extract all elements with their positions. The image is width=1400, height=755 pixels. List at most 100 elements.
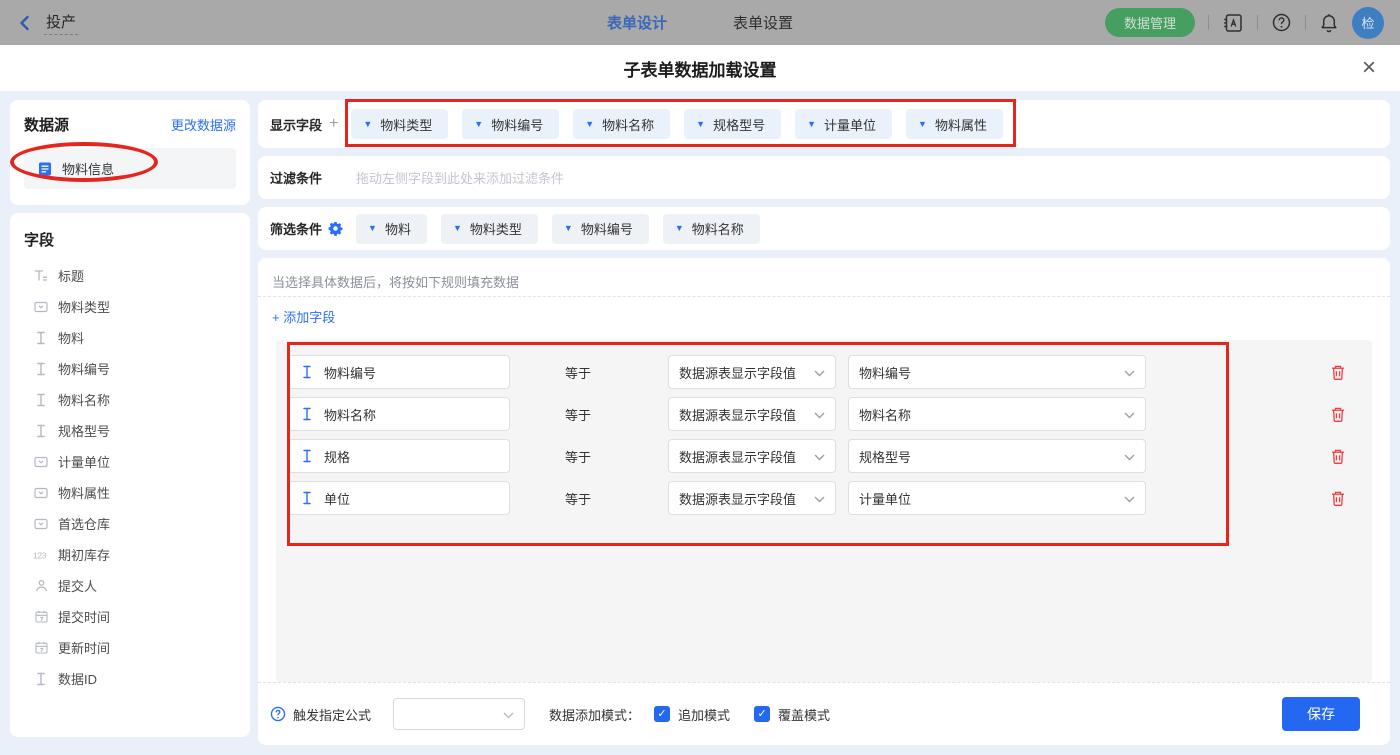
dropdown-triangle-icon: ▼ [564, 224, 573, 233]
rule-source-type-select[interactable]: 数据源表显示字段值 [668, 397, 836, 431]
rule-row: 物料编号 等于 数据源表显示字段值 物料编号 [288, 355, 1372, 389]
select-icon [33, 301, 49, 313]
screen-tag[interactable]: ▼物料名称 [663, 214, 760, 244]
modal-title: 子表单数据加载设置 [624, 56, 777, 81]
datasource-selected-item[interactable]: 物料信息 [24, 148, 236, 189]
tab-form-design[interactable]: 表单设计 [607, 12, 667, 33]
display-fields-card: 显示字段 + ▼物料类型 ▼物料编号 ▼物料名称 ▼ 规格型号 ▼计量单位 ▼物料… [258, 100, 1390, 148]
overwrite-mode-label: 覆盖模式 [778, 705, 830, 724]
delete-rule-icon[interactable] [1330, 364, 1346, 381]
field-item-date[interactable]: 更新时间 [24, 632, 236, 663]
field-item-label: 标题 [58, 266, 84, 285]
display-tag[interactable]: ▼物料属性 [906, 109, 1003, 139]
screen-tag-label: 物料类型 [470, 219, 522, 238]
help-circle-icon[interactable] [270, 706, 286, 722]
check-icon: ✓ [657, 709, 666, 720]
data-manage-button[interactable]: 数据管理 [1105, 8, 1195, 37]
formula-label: 触发指定公式 [293, 705, 371, 724]
field-item-number[interactable]: 123 期初库存 [24, 539, 236, 570]
rule-target-field[interactable]: 规格 [288, 439, 510, 473]
filter-condition-dropzone[interactable]: 过滤条件 拖动左侧字段到此处来添加过滤条件 [258, 156, 1390, 199]
rule-source-type-select[interactable]: 数据源表显示字段值 [668, 439, 836, 473]
delete-rule-icon[interactable] [1330, 448, 1346, 465]
project-name[interactable]: 投产 [44, 11, 78, 35]
field-item-input[interactable]: 物料 [24, 322, 236, 353]
input-icon [33, 424, 49, 438]
field-item-input[interactable]: 规格型号 [24, 415, 236, 446]
display-tag[interactable]: ▼物料名称 [573, 109, 670, 139]
help-icon[interactable] [1271, 12, 1292, 33]
save-button[interactable]: 保存 [1282, 697, 1360, 731]
field-item-input[interactable]: 数据ID [24, 663, 236, 694]
input-icon [299, 407, 315, 421]
display-tag[interactable]: ▼ 规格型号 [684, 109, 781, 139]
rule-target-label: 单位 [324, 489, 350, 508]
dropdown-triangle-icon: ▼ [696, 120, 705, 129]
field-item-date[interactable]: 提交时间 [24, 601, 236, 632]
dropdown-triangle-icon: ▼ [363, 120, 372, 129]
field-item-select[interactable]: 物料属性 [24, 477, 236, 508]
screen-tag[interactable]: ▼物料 [356, 214, 427, 244]
field-item-select[interactable]: 计量单位 [24, 446, 236, 477]
bell-icon[interactable] [1319, 12, 1339, 34]
append-mode-checkbox[interactable]: ✓ [654, 706, 670, 722]
dropdown-triangle-icon: ▼ [918, 120, 927, 129]
screen-tag-label: 物料 [385, 219, 411, 238]
screen-tag[interactable]: ▼物料类型 [441, 214, 538, 244]
rule-source-field-value: 计量单位 [859, 489, 911, 508]
overwrite-mode-checkbox[interactable]: ✓ [754, 706, 770, 722]
rule-operator: 等于 [510, 363, 668, 382]
rule-target-field[interactable]: 物料编号 [288, 355, 510, 389]
formula-select[interactable] [393, 698, 525, 730]
rule-source-field-select[interactable]: 计量单位 [848, 481, 1146, 515]
field-item-label: 首选仓库 [58, 514, 110, 533]
rule-source-field-select[interactable]: 物料编号 [848, 355, 1146, 389]
input-icon [299, 365, 315, 379]
display-tag[interactable]: ▼物料编号 [462, 109, 559, 139]
field-item-select[interactable]: 首选仓库 [24, 508, 236, 539]
field-item-title[interactable]: 标题 [24, 260, 236, 291]
chevron-down-icon [1124, 407, 1135, 422]
delete-rule-icon[interactable] [1330, 490, 1346, 507]
rule-row: 物料名称 等于 数据源表显示字段值 物料名称 [288, 397, 1372, 431]
field-item-label: 计量单位 [58, 452, 110, 471]
field-item-input[interactable]: 物料编号 [24, 353, 236, 384]
rule-operator: 等于 [510, 405, 668, 424]
fill-rules-hint: 当选择具体数据后，将按如下规则填充数据 [258, 258, 1390, 292]
field-item-label: 更新时间 [58, 638, 110, 657]
screen-condition-tags: ▼物料 ▼物料类型 ▼物料编号 ▼物料名称 [356, 214, 760, 244]
delete-rule-icon[interactable] [1330, 406, 1346, 423]
append-mode-label: 追加模式 [678, 705, 730, 724]
display-fields-label: 显示字段 [270, 115, 322, 134]
close-icon[interactable]: × [1362, 56, 1376, 80]
rule-source-field-select[interactable]: 物料名称 [848, 397, 1146, 431]
rule-source-type-select[interactable]: 数据源表显示字段值 [668, 355, 836, 389]
rule-source-field-select[interactable]: 规格型号 [848, 439, 1146, 473]
field-item-member[interactable]: 提交人 [24, 570, 236, 601]
avatar[interactable]: 检 [1352, 7, 1384, 39]
gear-icon[interactable] [328, 221, 343, 236]
display-tag[interactable]: ▼计量单位 [795, 109, 892, 139]
screen-condition-card: 筛选条件 ▼物料 ▼物料类型 ▼物料编号 ▼物料名称 [258, 207, 1390, 250]
rule-target-field[interactable]: 单位 [288, 481, 510, 515]
tab-form-settings[interactable]: 表单设置 [733, 12, 793, 33]
rule-target-field[interactable]: 物料名称 [288, 397, 510, 431]
add-display-field-button[interactable]: + [329, 115, 338, 133]
data-add-mode-label: 数据添加模式： [549, 705, 640, 724]
filter-condition-label: 过滤条件 [270, 168, 322, 187]
date-icon [33, 641, 49, 654]
svg-text:123: 123 [33, 551, 47, 560]
rule-source-type-select[interactable]: 数据源表显示字段值 [668, 481, 836, 515]
rule-operator: 等于 [510, 489, 668, 508]
back-button[interactable]: 投产 [16, 11, 78, 35]
screen-tag[interactable]: ▼物料编号 [552, 214, 649, 244]
contact-book-icon[interactable] [1222, 12, 1244, 34]
display-tag-label: 规格型号 [713, 115, 765, 134]
display-tag[interactable]: ▼物料类型 [351, 109, 448, 139]
fields-panel: 字段 标题 物料类型 物料 物料编号 物料名称 规格型号 计量单位 物料属性 首… [10, 213, 250, 737]
field-item-select[interactable]: 物料类型 [24, 291, 236, 322]
add-field-link[interactable]: + 添加字段 [272, 310, 335, 325]
rules-panel: 物料编号 等于 数据源表显示字段值 物料编号 物料名称 等于 数据源表显示字段值 [276, 340, 1372, 682]
change-datasource-link[interactable]: 更改数据源 [171, 115, 236, 134]
field-item-input[interactable]: 物料名称 [24, 384, 236, 415]
